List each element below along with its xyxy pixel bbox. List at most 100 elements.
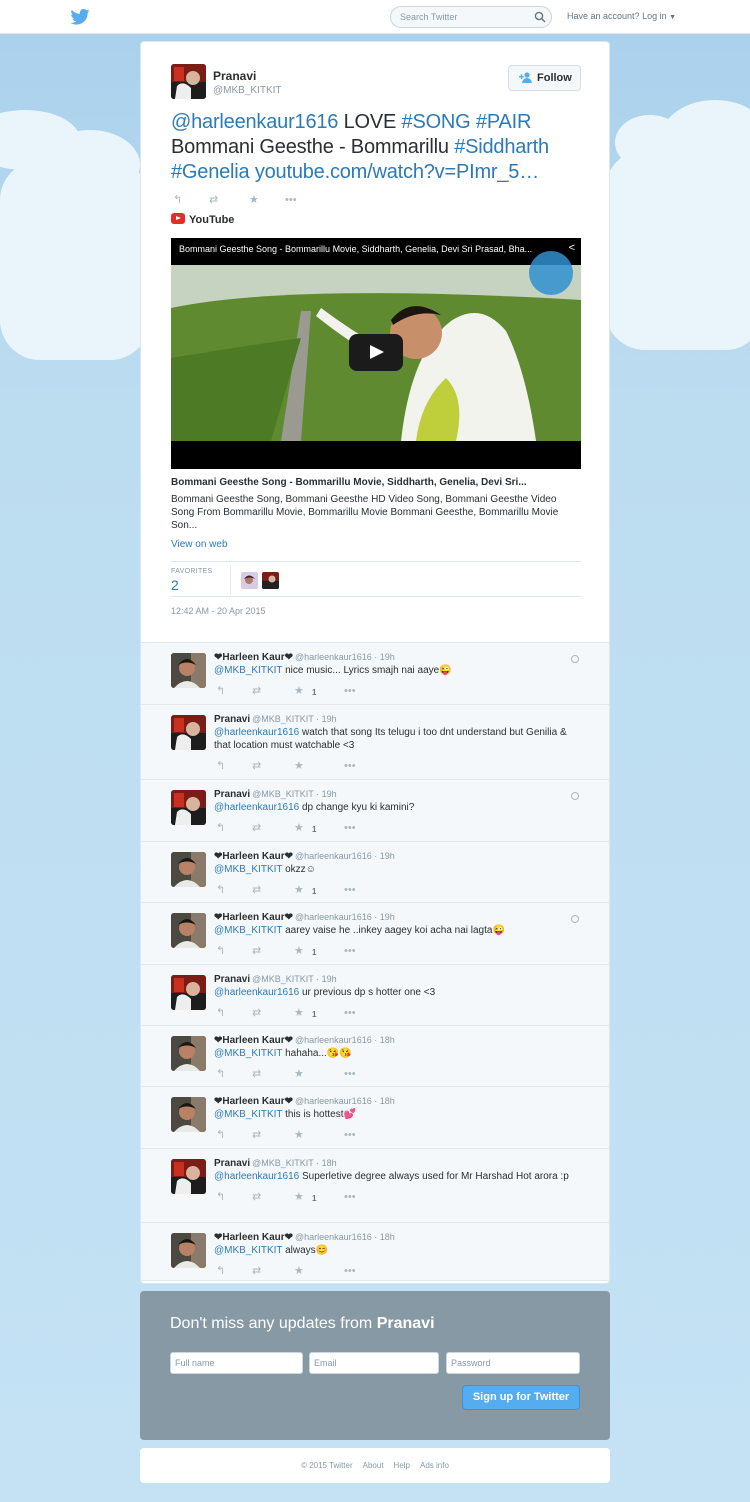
reply-icon[interactable]: ↰ xyxy=(216,1068,225,1080)
star-icon[interactable]: ★ xyxy=(294,884,304,896)
reply-handle[interactable]: @MKB_KITKIT · 18h xyxy=(252,1158,337,1168)
author-avatar[interactable] xyxy=(171,64,206,99)
card-title[interactable]: Bommani Geesthe Song - Bommarillu Movie,… xyxy=(171,477,581,488)
reply-icon[interactable]: ↰ xyxy=(216,822,225,834)
retweet-icon[interactable]: ⇄ xyxy=(252,884,261,896)
reply-tweet[interactable]: Pranavi @MKB_KITKIT · 19h @harleenkaur1616… xyxy=(141,705,609,780)
fullname-field[interactable]: Full name xyxy=(170,1352,303,1374)
reply-tweet[interactable]: ❤Harleen Kaur❤ @harleenkaur1616 · 19h @MKB… xyxy=(141,903,609,965)
star-icon[interactable]: ★ xyxy=(294,1007,304,1019)
mention-link[interactable]: @MKB_KITKIT xyxy=(214,1245,282,1256)
star-icon[interactable]: ★ xyxy=(294,945,304,957)
mention-link[interactable]: @harleenkaur1616 xyxy=(171,111,338,133)
reply-avatar[interactable] xyxy=(171,1036,206,1071)
reply-tweet[interactable]: ❤Harleen Kaur❤ @harleenkaur1616 · 19h @MKB… xyxy=(141,643,609,705)
more-icon[interactable]: ••• xyxy=(344,945,356,957)
more-icon[interactable]: ••• xyxy=(344,1191,356,1203)
retweet-icon[interactable]: ⇄ xyxy=(252,945,261,957)
reply-tweet[interactable]: Pranavi @MKB_KITKIT · 19h @harleenkaur1616… xyxy=(141,965,609,1026)
reply-handle[interactable]: @MKB_KITKIT · 19h xyxy=(252,974,337,984)
reply-author-name[interactable]: ❤Harleen Kaur❤ xyxy=(214,652,293,663)
password-field[interactable]: Password xyxy=(446,1352,580,1374)
reply-handle[interactable]: @MKB_KITKIT · 19h xyxy=(252,789,337,799)
reply-handle[interactable]: @harleenkaur1616 · 18h xyxy=(295,1232,395,1242)
reply-tweet[interactable]: ❤Harleen Kaur❤ @harleenkaur1616 · 18h @MKB… xyxy=(141,1026,609,1087)
reply-avatar[interactable] xyxy=(171,1159,206,1194)
reply-icon[interactable]: ↰ xyxy=(216,945,225,957)
favoriter-avatar[interactable] xyxy=(262,572,279,589)
help-link[interactable]: Help xyxy=(394,1461,410,1470)
hashtag-link[interactable]: #SONG xyxy=(402,111,471,133)
reply-author-name[interactable]: ❤Harleen Kaur❤ xyxy=(214,851,293,862)
reply-author-name[interactable]: Pranavi xyxy=(214,714,250,725)
reply-avatar[interactable] xyxy=(171,1097,206,1132)
reply-tweet[interactable]: ❤Harleen Kaur❤ @harleenkaur1616 · 18h @MKB… xyxy=(141,1223,609,1281)
email-field[interactable]: Email xyxy=(309,1352,439,1374)
reply-author-name[interactable]: Pranavi xyxy=(214,974,250,985)
favoriter-avatar[interactable] xyxy=(241,572,258,589)
url-link[interactable]: youtube.com/watch?v=PImr_5… xyxy=(255,161,539,183)
reply-author[interactable]: Pranavi @MKB_KITKIT · 19h xyxy=(214,789,337,800)
more-icon[interactable]: ••• xyxy=(344,685,356,697)
reply-icon[interactable]: ↰ xyxy=(216,1007,225,1019)
about-link[interactable]: About xyxy=(363,1461,384,1470)
play-button[interactable] xyxy=(349,334,403,371)
hashtag-link[interactable]: #Genelia xyxy=(171,161,250,183)
reply-author-name[interactable]: ❤Harleen Kaur❤ xyxy=(214,1035,293,1046)
reply-author[interactable]: Pranavi @MKB_KITKIT · 18h xyxy=(214,1158,337,1169)
mention-link[interactable]: @harleenkaur1616 xyxy=(214,802,299,813)
reply-icon[interactable]: ↰ xyxy=(216,1191,225,1203)
reply-author[interactable]: ❤Harleen Kaur❤ @harleenkaur1616 · 19h xyxy=(214,851,395,862)
source-youtube[interactable]: YouTube xyxy=(171,213,234,226)
reply-handle[interactable]: @harleenkaur1616 · 19h xyxy=(295,851,395,861)
reply-handle[interactable]: @harleenkaur1616 · 18h xyxy=(295,1035,395,1045)
conversation-icon[interactable] xyxy=(571,655,579,663)
reply-avatar[interactable] xyxy=(171,852,206,887)
more-icon[interactable]: ••• xyxy=(344,1068,356,1080)
reply-author[interactable]: ❤Harleen Kaur❤ @harleenkaur1616 · 19h xyxy=(214,652,395,663)
view-on-web-link[interactable]: View on web xyxy=(171,539,228,550)
reply-tweet[interactable]: ❤Harleen Kaur❤ @harleenkaur1616 · 18h @MKB… xyxy=(141,1087,609,1149)
conversation-icon[interactable] xyxy=(571,915,579,923)
reply-tweet[interactable]: Pranavi @MKB_KITKIT · 19h @harleenkaur1616… xyxy=(141,780,609,842)
star-icon[interactable]: ★ xyxy=(294,822,304,834)
reply-icon[interactable]: ↰ xyxy=(173,194,182,206)
reply-author-name[interactable]: ❤Harleen Kaur❤ xyxy=(214,912,293,923)
search-icon[interactable] xyxy=(534,11,546,23)
reply-author-name[interactable]: Pranavi xyxy=(214,1158,250,1169)
video-title[interactable]: Bommani Geesthe Song - Bommarillu Movie,… xyxy=(179,244,559,254)
reply-icon[interactable]: ↰ xyxy=(216,1265,225,1277)
hashtag-link[interactable]: #Siddharth xyxy=(454,136,549,158)
reply-icon[interactable]: ↰ xyxy=(216,884,225,896)
mention-link[interactable]: @MKB_KITKIT xyxy=(214,665,282,676)
star-icon[interactable]: ★ xyxy=(294,1068,304,1080)
author-name[interactable]: Pranavi xyxy=(213,69,256,83)
follow-button[interactable]: Follow xyxy=(508,65,581,91)
more-icon[interactable]: ••• xyxy=(285,194,297,206)
share-icon[interactable]: < xyxy=(569,242,575,254)
retweet-icon[interactable]: ⇄ xyxy=(252,1191,261,1203)
reply-handle[interactable]: @MKB_KITKIT · 19h xyxy=(252,714,337,724)
reply-icon[interactable]: ↰ xyxy=(216,685,225,697)
retweet-icon[interactable]: ⇄ xyxy=(252,685,261,697)
reply-icon[interactable]: ↰ xyxy=(216,1129,225,1141)
reply-author[interactable]: ❤Harleen Kaur❤ @harleenkaur1616 · 18h xyxy=(214,1232,395,1243)
retweet-icon[interactable]: ⇄ xyxy=(209,194,218,206)
reply-handle[interactable]: @harleenkaur1616 · 19h xyxy=(295,652,395,662)
retweet-icon[interactable]: ⇄ xyxy=(252,1068,261,1080)
mention-link[interactable]: @MKB_KITKIT xyxy=(214,864,282,875)
more-icon[interactable]: ••• xyxy=(344,1007,356,1019)
tweet-timestamp[interactable]: 12:42 AM - 20 Apr 2015 xyxy=(171,606,266,616)
reply-author[interactable]: Pranavi @MKB_KITKIT · 19h xyxy=(214,974,337,985)
reply-avatar[interactable] xyxy=(171,913,206,948)
reply-author[interactable]: ❤Harleen Kaur❤ @harleenkaur1616 · 18h xyxy=(214,1035,395,1046)
conversation-icon[interactable] xyxy=(571,792,579,800)
search-input[interactable]: Search Twitter xyxy=(390,6,552,28)
signup-button[interactable]: Sign up for Twitter xyxy=(462,1385,580,1410)
mention-link[interactable]: @MKB_KITKIT xyxy=(214,1048,282,1059)
star-icon[interactable]: ★ xyxy=(294,1265,304,1277)
reply-tweet[interactable]: ❤Harleen Kaur❤ @harleenkaur1616 · 19h @MKB… xyxy=(141,842,609,903)
retweet-icon[interactable]: ⇄ xyxy=(252,1129,261,1141)
reply-author[interactable]: ❤Harleen Kaur❤ @harleenkaur1616 · 19h xyxy=(214,912,395,923)
retweet-icon[interactable]: ⇄ xyxy=(252,822,261,834)
